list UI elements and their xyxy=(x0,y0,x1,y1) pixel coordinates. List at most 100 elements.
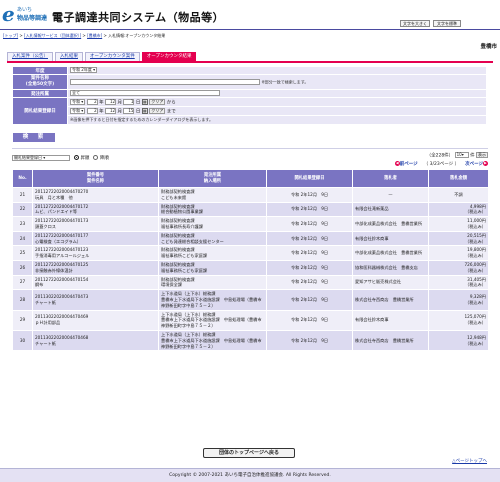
display-button[interactable]: 表示 xyxy=(476,152,488,158)
dept-name: 財務部契約検査課 xyxy=(161,218,195,224)
amount-cell: 19,800円 （税込み） xyxy=(428,245,489,261)
table-row: 29 20113022020004470469 ｐＨ計用部品 上下水道局（上下水）総務… xyxy=(12,309,489,331)
per-page-select[interactable]: 10▾ xyxy=(454,152,469,158)
delivery-place: 豊橋市上下水道局下水道施設課 中島処理場（豊橋市神野新田町字中島７５－２） xyxy=(161,296,262,308)
case-number: 20113022020004470469 xyxy=(35,314,89,320)
case-name-link[interactable]: 非接触赤外線体温計 xyxy=(35,268,73,273)
dept-name: 財務部契約検査課 xyxy=(161,261,195,267)
case-name-note: ※部分一致で検索します。 xyxy=(261,79,309,85)
page-top-link[interactable]: △ページトップへ xyxy=(452,458,487,464)
case-name-link[interactable]: チャート紙 xyxy=(35,341,56,346)
case-name-input[interactable] xyxy=(70,78,260,85)
table-row: 30 20113022020004470468 チャート紙 上下水道局（上下水）総務課… xyxy=(12,329,489,352)
breadcrumb-link[interactable]: [入札情報サービス（団体選択）] xyxy=(24,33,81,38)
logo[interactable]: e あいち 物品等調達 xyxy=(2,4,48,26)
to-year-input[interactable]: 2 xyxy=(86,107,98,114)
from-day-input[interactable]: 1 xyxy=(123,98,135,105)
case-name-link[interactable]: 鋼布 xyxy=(35,282,43,287)
tab-open-counter-results[interactable]: オープンカウンタ結果 xyxy=(141,52,197,61)
dept-name: 財務部契約検査課 xyxy=(161,232,195,238)
divider xyxy=(12,148,488,149)
case-name-link[interactable]: ｐＨ計用部品 xyxy=(35,320,60,325)
case-cell: 20112722020004470172 ムビ、パンドエイド等 xyxy=(32,201,159,218)
font-large-button[interactable]: 文字を大きく xyxy=(400,20,430,27)
amount: 9,328円 xyxy=(469,294,486,300)
desc-radio[interactable] xyxy=(93,155,99,160)
year-label: 年度 xyxy=(12,66,68,75)
breadcrumb-link[interactable]: [豊橋市] xyxy=(87,33,102,38)
amount: 125,070円 xyxy=(464,314,486,320)
breadcrumb-link[interactable]: [トップ] xyxy=(3,33,18,38)
from-day-unit: 日 xyxy=(135,100,141,106)
sort-controls: 開札結果登録日 ▾ 昇順 降順 xyxy=(12,155,109,161)
case-name-link[interactable]: 手指消毒用アルコールジェル xyxy=(35,253,89,258)
dept-name: 財務部契約検査課 xyxy=(161,247,195,253)
to-clear-button[interactable]: クリア xyxy=(149,107,166,114)
result-date: 令和 2年12月 9日 xyxy=(266,329,353,352)
delivery-place: 総合動植物公園事業課 xyxy=(161,209,203,215)
col-winner: 落札者 xyxy=(352,169,429,188)
sort-select[interactable]: 開札結果登録日 ▾ xyxy=(12,155,70,161)
to-day-input[interactable]: 15 xyxy=(123,107,135,114)
amount-note: （税込み） xyxy=(465,299,486,305)
case-name-link[interactable]: 玩具 月と木種 他 xyxy=(35,195,73,200)
year-select[interactable]: 令和 2年度 ▾ xyxy=(70,67,98,74)
results-table: No. 案件番号 案件名称 発注所属 納入場所 開札結果登録日 落札者 落札金額 2… xyxy=(12,169,489,352)
breadcrumb: [トップ] > [入札情報サービス（団体選択）] > [豊橋市] > 入札情報:… xyxy=(3,33,165,39)
tab-bid-announcement[interactable]: 入札案件（公告） xyxy=(7,52,53,61)
case-number: 20112722020004470177 xyxy=(35,232,89,238)
table-row: 28 20113022020004470473 チャート紙 上下水道局（上下水）総務課… xyxy=(12,289,489,311)
from-year-input[interactable]: 2 xyxy=(86,98,98,105)
case-name-link[interactable]: 頭蓋クロス xyxy=(35,224,56,229)
system-title: 電子調達共同システム（物品等） xyxy=(52,11,225,24)
amount-note: （税込み） xyxy=(465,253,486,259)
next-page-label: 次ページ xyxy=(465,162,483,167)
case-name-link[interactable]: ムビ、パンドエイド等 xyxy=(35,209,77,214)
case-cell: 20112722020004470123 手指消毒用アルコールジェル xyxy=(32,245,159,261)
dept-cell: 上下水道局（上下水）総務課 豊橋市上下水道局下水道施設課 中島処理場（豊橋市神野新… xyxy=(158,309,267,331)
from-calendar-icon[interactable]: ▦ xyxy=(141,98,148,105)
case-cell: 20112722020004470173 頭蓋クロス xyxy=(32,216,159,232)
to-month-input[interactable]: 12 xyxy=(105,107,117,114)
tab-open-counter-cases[interactable]: オープンカウンタ案件 xyxy=(85,52,140,61)
from-clear-button[interactable]: クリア xyxy=(149,98,166,105)
desc-label: 降順 xyxy=(99,156,109,161)
case-name-label: 案件名称 (全角50文字) xyxy=(12,74,68,90)
winner: 有限会社鈴木商事 xyxy=(352,230,429,247)
search-button[interactable]: 検 索 xyxy=(13,133,55,142)
tab-bid-results[interactable]: 入札結果 xyxy=(55,52,83,61)
dept-select-value: 全て xyxy=(72,90,80,96)
next-page-link[interactable]: 次ページ▶ xyxy=(465,161,488,167)
from-month-input[interactable]: 12 xyxy=(105,98,117,105)
amount-note: （税込み） xyxy=(465,238,486,244)
row-no: 30 xyxy=(12,329,33,352)
org-top-button[interactable]: 団体のトップページへ戻る xyxy=(203,448,295,458)
amount: 31,405円 xyxy=(467,276,486,282)
delivery-place: 福祉事務所こども家庭課 xyxy=(161,253,208,259)
case-number: 20112722020004470270 xyxy=(35,189,89,194)
case-number: 20112722020004470173 xyxy=(35,218,89,224)
amount-cell: 4,998円 （税込み） xyxy=(428,201,489,218)
row-no: 26 xyxy=(12,259,33,276)
font-standard-button[interactable]: 文字を標準 xyxy=(433,20,461,27)
from-era-select[interactable]: 令和 ▾ xyxy=(70,98,86,105)
amount-cell: 不調 xyxy=(428,187,489,203)
sort-desc-option[interactable]: 降順 xyxy=(93,155,109,161)
result-date: 令和 2年12月 9日 xyxy=(266,201,353,218)
case-name-link[interactable]: 心電検査（エコグラム） xyxy=(35,239,81,244)
asc-radio[interactable] xyxy=(74,155,79,160)
case-number: 20112722020004470172 xyxy=(35,203,89,209)
to-era-select[interactable]: 令和 ▾ xyxy=(70,107,86,114)
dept-select[interactable]: 全て xyxy=(70,90,220,97)
case-name-link[interactable]: チャート紙 xyxy=(35,300,56,305)
prev-page-link[interactable]: ◀前ページ xyxy=(394,161,418,167)
to-calendar-icon[interactable]: ▦ xyxy=(141,107,148,114)
per-page-value: 10 xyxy=(456,152,462,157)
table-row: 25 20112722020004470123 手指消毒用アルコールジェル 財務部契約… xyxy=(12,245,489,261)
winner: 有限会社鈴木商事 xyxy=(352,309,429,331)
logo-top-text: あいち xyxy=(17,7,33,13)
sort-asc-option[interactable]: 昇順 xyxy=(74,155,89,161)
site-header: e あいち 物品等調達 電子調達共同システム（物品等） 文字を大きく 文字を標準 xyxy=(0,0,500,30)
amount-note: （税込み） xyxy=(465,340,486,346)
result-date: 令和 2年12月 9日 xyxy=(266,245,353,261)
